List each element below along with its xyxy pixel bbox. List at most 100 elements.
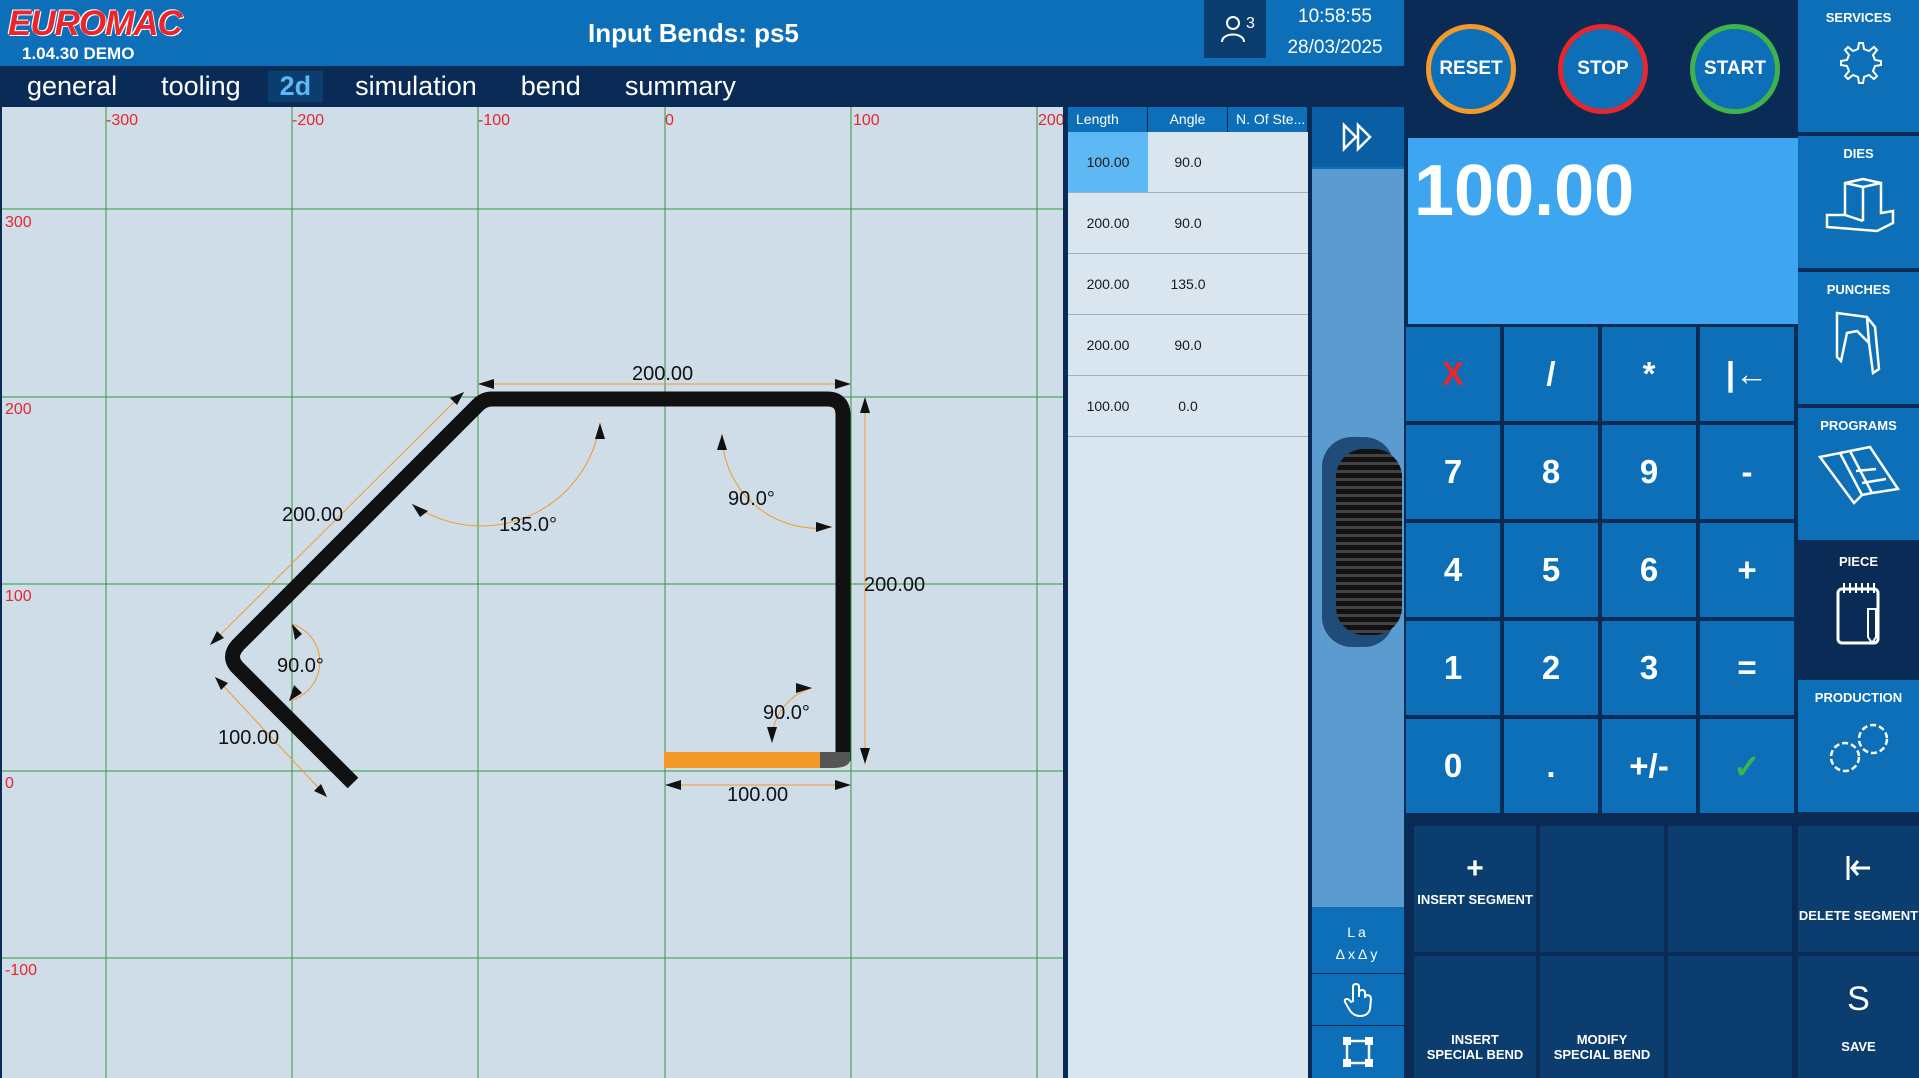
programs-icon bbox=[1817, 445, 1900, 505]
fit-view-button[interactable] bbox=[1312, 1025, 1404, 1078]
bends-table: Length Angle N. Of Ste... 100.00 90.0 20… bbox=[1068, 107, 1308, 1078]
key-9[interactable]: 9 bbox=[1602, 425, 1696, 519]
col-angle[interactable]: Angle bbox=[1148, 107, 1228, 132]
empty-action-slot bbox=[1540, 826, 1664, 952]
col-steps[interactable]: N. Of Ste... bbox=[1228, 107, 1308, 132]
nav-punches-label: PUNCHES bbox=[1826, 282, 1891, 297]
cell-angle[interactable]: 90.0 bbox=[1148, 215, 1228, 231]
tab-bar: general tooling 2d simulation bend summa… bbox=[0, 66, 1404, 106]
angle-left: 90.0° bbox=[277, 655, 324, 677]
save-icon: S bbox=[1847, 980, 1870, 1018]
nav-dies[interactable]: DIES bbox=[1798, 136, 1919, 268]
key-equals[interactable]: = bbox=[1700, 621, 1794, 715]
cell-angle[interactable]: 0.0 bbox=[1148, 398, 1228, 414]
key-2[interactable]: 2 bbox=[1504, 621, 1598, 715]
user-button[interactable] bbox=[1204, 0, 1266, 58]
key-3[interactable]: 3 bbox=[1602, 621, 1696, 715]
dim-left-short-length: 100.00 bbox=[218, 727, 279, 749]
key-clear[interactable]: X bbox=[1406, 327, 1500, 421]
value-display: 100.00 bbox=[1408, 138, 1798, 324]
key-backspace[interactable]: |← bbox=[1700, 327, 1794, 421]
pan-button[interactable] bbox=[1312, 973, 1404, 1025]
y-tick: 0 bbox=[5, 775, 14, 792]
key-1[interactable]: 1 bbox=[1406, 621, 1500, 715]
key-7[interactable]: 7 bbox=[1406, 425, 1500, 519]
key-divide[interactable]: / bbox=[1504, 327, 1598, 421]
save-button[interactable]: S SAVE bbox=[1798, 956, 1919, 1078]
col-length[interactable]: Length bbox=[1068, 107, 1148, 132]
tab-general[interactable]: general bbox=[27, 71, 117, 102]
fast-forward-button[interactable] bbox=[1312, 107, 1404, 167]
table-row[interactable]: 200.00 90.0 bbox=[1068, 315, 1308, 376]
cell-length[interactable]: 100.00 bbox=[1068, 376, 1148, 436]
stop-button[interactable]: STOP bbox=[1558, 24, 1648, 114]
tab-bend[interactable]: bend bbox=[521, 71, 581, 102]
display-value: 100.00 bbox=[1414, 151, 1635, 231]
hand-icon bbox=[1343, 982, 1373, 1017]
cell-length[interactable]: 200.00 bbox=[1068, 254, 1148, 314]
key-4[interactable]: 4 bbox=[1406, 523, 1500, 617]
key-confirm[interactable]: ✓ bbox=[1700, 719, 1794, 813]
insert-segment-label: INSERT SEGMENT bbox=[1417, 892, 1533, 907]
cell-length[interactable]: 200.00 bbox=[1068, 193, 1148, 253]
app-root: EUROMAC 1.04.30 DEMO Input Bends: ps5 3 … bbox=[0, 0, 1919, 1078]
cell-length[interactable]: 200.00 bbox=[1068, 315, 1148, 375]
la-label: La bbox=[1347, 924, 1369, 940]
table-row[interactable]: 200.00 135.0 bbox=[1068, 254, 1308, 315]
cell-angle[interactable]: 90.0 bbox=[1148, 154, 1228, 170]
modify-special-label-2: SPECIAL BEND bbox=[1553, 1047, 1651, 1062]
key-minus[interactable]: - bbox=[1700, 425, 1794, 519]
clock: 10:58:55 28/03/2025 bbox=[1266, 0, 1404, 66]
dim-top-length: 200.00 bbox=[632, 363, 693, 385]
tab-simulation[interactable]: simulation bbox=[355, 71, 477, 102]
tab-2d[interactable]: 2d bbox=[267, 70, 324, 102]
nav-punches[interactable]: PUNCHES bbox=[1798, 272, 1919, 404]
clock-time: 10:58:55 bbox=[1298, 6, 1372, 27]
nav-dies-label: DIES bbox=[1843, 146, 1874, 161]
fit-view-icon bbox=[1343, 1037, 1373, 1067]
start-button[interactable]: START bbox=[1690, 24, 1780, 114]
key-sign[interactable]: +/- bbox=[1602, 719, 1696, 813]
drawing-canvas[interactable]: -300 -200 -100 0 100 200 300 200 100 0 -… bbox=[2, 107, 1063, 1078]
insert-special-label-1: INSERT bbox=[1451, 1032, 1499, 1047]
key-8[interactable]: 8 bbox=[1504, 425, 1598, 519]
cell-angle[interactable]: 135.0 bbox=[1148, 276, 1228, 292]
nav-services[interactable]: SERVICES bbox=[1798, 0, 1919, 132]
cell-length[interactable]: 100.00 bbox=[1068, 132, 1148, 192]
table-row[interactable]: 100.00 0.0 bbox=[1068, 376, 1308, 437]
angle-bottom-right: 90.0° bbox=[763, 702, 810, 724]
empty-action-slot bbox=[1668, 826, 1792, 952]
key-6[interactable]: 6 bbox=[1602, 523, 1696, 617]
tab-tooling[interactable]: tooling bbox=[161, 71, 241, 102]
tab-summary[interactable]: summary bbox=[625, 71, 736, 102]
reset-button[interactable]: RESET bbox=[1426, 24, 1516, 114]
nav-production[interactable]: PRODUCTION bbox=[1798, 680, 1919, 812]
cell-angle[interactable]: 90.0 bbox=[1148, 337, 1228, 353]
table-row[interactable]: 100.00 90.0 bbox=[1068, 132, 1308, 193]
key-5[interactable]: 5 bbox=[1504, 523, 1598, 617]
table-header: Length Angle N. Of Ste... bbox=[1068, 107, 1308, 132]
la-dxdy-toggle[interactable]: La ΔxΔy bbox=[1312, 907, 1404, 971]
nav-programs[interactable]: PROGRAMS bbox=[1798, 408, 1919, 540]
fast-forward-icon bbox=[1342, 122, 1372, 152]
insert-segment-button[interactable]: + INSERT SEGMENT bbox=[1414, 826, 1536, 952]
x-tick: 200 bbox=[1038, 112, 1063, 129]
key-decimal[interactable]: . bbox=[1504, 719, 1598, 813]
version-label: 1.04.30 DEMO bbox=[22, 44, 135, 63]
modify-special-bend-button[interactable]: MODIFY SPECIAL BEND bbox=[1540, 956, 1664, 1078]
control-strip: La ΔxΔy bbox=[1312, 107, 1404, 1078]
table-row[interactable]: 200.00 90.0 bbox=[1068, 193, 1308, 254]
nav-piece[interactable]: PIECE bbox=[1798, 544, 1919, 676]
current-segment bbox=[664, 752, 822, 768]
key-0[interactable]: 0 bbox=[1406, 719, 1500, 813]
key-multiply[interactable]: * bbox=[1602, 327, 1696, 421]
key-plus[interactable]: + bbox=[1700, 523, 1794, 617]
insert-special-bend-button[interactable]: INSERT SPECIAL BEND bbox=[1414, 956, 1536, 1078]
punch-icon bbox=[1835, 311, 1880, 376]
y-tick: 100 bbox=[5, 588, 32, 605]
header-bar: EUROMAC 1.04.30 DEMO Input Bends: ps5 3 … bbox=[0, 0, 1404, 66]
scroll-knob[interactable] bbox=[1322, 437, 1402, 647]
piece-outline bbox=[225, 391, 851, 789]
delete-segment-button[interactable]: DELETE SEGMENT bbox=[1798, 826, 1919, 952]
y-tick: -100 bbox=[5, 962, 37, 979]
